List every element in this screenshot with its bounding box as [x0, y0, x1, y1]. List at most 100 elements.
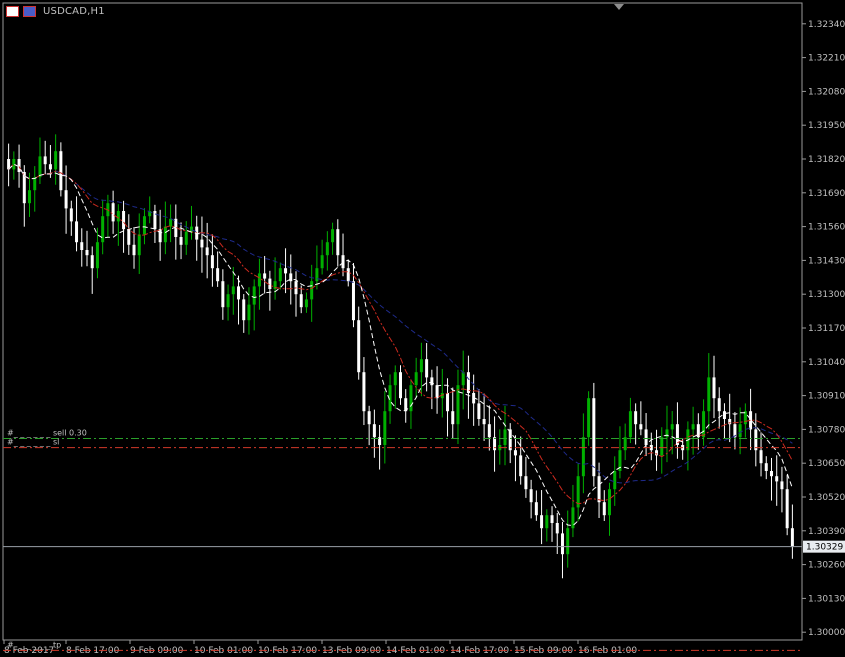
- order-label-sl: #_ _ _ _ _ _ sl: [7, 438, 59, 447]
- candle-body: [142, 216, 146, 235]
- candle-body: [722, 411, 726, 419]
- order-label-tp: #_ _ _ _ _ _ tp: [7, 640, 61, 649]
- candle-body: [127, 229, 131, 245]
- candle-body: [597, 476, 601, 503]
- x-tick-label: 14 Feb 17:00: [450, 646, 509, 656]
- candle-body: [278, 268, 282, 282]
- x-tick-label: 9 Feb 09:00: [130, 646, 184, 656]
- candle-body: [247, 304, 251, 321]
- y-tick-label: 1.30650: [808, 459, 845, 469]
- candle-body: [655, 450, 659, 456]
- candle-body: [331, 229, 335, 243]
- candle-body: [325, 242, 329, 256]
- y-tick-label: 1.30130: [808, 594, 845, 604]
- candle-body: [351, 281, 355, 321]
- candle-body: [169, 218, 173, 227]
- candle-body: [221, 281, 225, 308]
- y-tick-label: 1.30390: [808, 527, 845, 537]
- candle-body: [785, 489, 789, 529]
- candle-body: [529, 489, 533, 503]
- candle-body: [534, 502, 538, 516]
- candle-body: [85, 250, 89, 256]
- candle-body: [456, 385, 460, 425]
- candle-body: [451, 411, 455, 425]
- candle-body: [216, 268, 220, 282]
- candle-body: [101, 216, 105, 243]
- candle-body: [581, 437, 585, 477]
- candle-body: [430, 377, 434, 386]
- candle-body: [362, 372, 366, 412]
- candle-body: [33, 177, 37, 191]
- y-tick-label: 1.32080: [808, 87, 845, 97]
- candle-body: [754, 429, 758, 451]
- candle-body: [137, 234, 141, 256]
- candle-body: [242, 299, 246, 321]
- candle-body: [237, 286, 241, 300]
- candle-body: [38, 156, 42, 178]
- candle-body: [163, 226, 167, 243]
- chart-window-icon[interactable]: [6, 6, 19, 17]
- candle-body: [383, 411, 387, 445]
- x-tick-label: 15 Feb 09:00: [514, 646, 573, 656]
- candle-body: [184, 231, 188, 245]
- y-tick-label: 1.32340: [808, 20, 845, 30]
- candle-body: [702, 411, 706, 438]
- candle-body: [158, 229, 162, 243]
- candle-body: [200, 239, 204, 248]
- y-tick-label: 1.30780: [808, 425, 845, 435]
- candle-body: [477, 403, 481, 419]
- ma-fast-line: [8, 163, 793, 527]
- y-tick-label: 1.30520: [808, 493, 845, 503]
- price-chart[interactable]: 1.32340 1.32210 1.32080 1.31950 1.31820 1.316…: [0, 0, 845, 657]
- candle-body: [17, 159, 21, 172]
- candle-body: [132, 244, 136, 256]
- candle-body: [231, 286, 235, 295]
- candle-body: [425, 359, 429, 378]
- candle-body: [111, 203, 115, 222]
- candle-body: [712, 377, 716, 399]
- chart-symbol-title: USDCAD,H1: [43, 6, 105, 17]
- candle-body: [613, 471, 617, 490]
- candle-body: [179, 237, 183, 245]
- candle-body: [524, 476, 528, 490]
- candle-body: [414, 372, 418, 386]
- x-tick-label: 13 Feb 09:00: [322, 646, 381, 656]
- candle-body: [482, 419, 486, 425]
- candle-body: [346, 268, 350, 282]
- candle-body: [59, 151, 63, 191]
- candle-body: [608, 489, 612, 516]
- chart-type-icon[interactable]: [23, 6, 36, 17]
- candle-body: [310, 281, 314, 300]
- candle-body: [64, 190, 68, 209]
- y-tick-label: 1.31300: [808, 290, 845, 300]
- candle-body: [69, 208, 73, 222]
- candle-body: [759, 450, 763, 464]
- y-tick-label: 1.30000: [808, 628, 845, 638]
- chart-header: USDCAD,H1: [6, 6, 105, 17]
- scroll-marker-icon[interactable]: [614, 4, 624, 10]
- candle-body: [733, 424, 737, 438]
- y-tick-label: 1.31040: [808, 358, 845, 368]
- candle-body: [545, 515, 549, 529]
- candle-body: [717, 398, 721, 412]
- candle-body: [780, 481, 784, 490]
- y-tick-label: 1.31950: [808, 121, 845, 131]
- candle-body: [493, 437, 497, 451]
- ma-mid-line: [8, 163, 793, 505]
- candle-body: [775, 476, 779, 482]
- x-tick-label: 14 Feb 01:00: [386, 646, 445, 656]
- candle-body: [226, 294, 230, 308]
- candle-body: [257, 273, 261, 287]
- candle-body: [738, 424, 742, 438]
- candle-body: [634, 411, 638, 425]
- candle-body: [95, 242, 99, 269]
- candle-body: [336, 229, 340, 256]
- candle-body: [367, 411, 371, 425]
- candle-body: [341, 255, 345, 269]
- candle-body: [592, 398, 596, 477]
- candle-body: [409, 385, 413, 412]
- candle-body: [764, 463, 768, 471]
- candle-body: [372, 424, 376, 438]
- candle-body: [48, 164, 52, 170]
- y-tick-label: 1.31820: [808, 155, 845, 165]
